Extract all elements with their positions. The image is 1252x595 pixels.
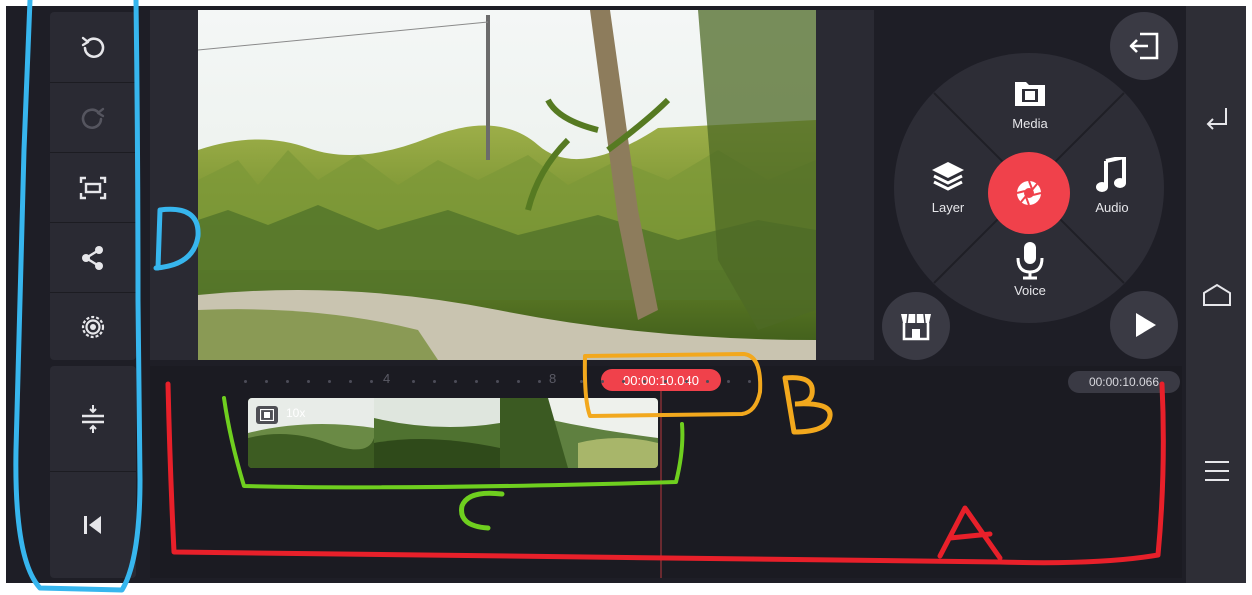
ruler-tick xyxy=(685,380,688,383)
redo-button[interactable] xyxy=(50,82,136,152)
ruler-label: 4 xyxy=(383,371,391,386)
ruler-tick xyxy=(454,380,457,383)
store-icon xyxy=(901,313,931,341)
video-preview[interactable] xyxy=(198,10,816,360)
clip-speed-label: 10x xyxy=(286,406,306,420)
play-button[interactable] xyxy=(1110,291,1178,359)
ruler-tick xyxy=(370,380,373,383)
ruler-tick xyxy=(265,380,268,383)
ruler-tick xyxy=(244,380,247,383)
camera-shutter-icon xyxy=(1016,180,1042,206)
ruler-tick xyxy=(286,380,289,383)
film-icon xyxy=(260,409,274,421)
timeline-tools xyxy=(50,366,136,578)
media-button[interactable]: Media xyxy=(990,116,1070,131)
menu-button[interactable] xyxy=(1197,459,1237,483)
ruler-tick xyxy=(706,380,709,383)
menu-icon xyxy=(1205,461,1229,481)
asset-store-button[interactable] xyxy=(882,292,950,360)
aspect-ratio-button[interactable] xyxy=(50,152,136,222)
media-icon xyxy=(1013,78,1047,113)
layer-icon xyxy=(930,160,966,197)
audio-button[interactable]: Audio xyxy=(1072,200,1152,215)
ruler-tick xyxy=(538,380,541,383)
record-button[interactable] xyxy=(988,152,1070,234)
settings-button[interactable] xyxy=(50,292,136,360)
ruler-tick xyxy=(349,380,352,383)
voice-button[interactable]: Voice xyxy=(990,283,1070,298)
total-duration: 00:00:10.066 xyxy=(1068,371,1180,393)
home-button[interactable] xyxy=(1197,282,1237,308)
ruler-tick xyxy=(328,380,331,383)
ruler-tick xyxy=(643,380,646,383)
video-frame-image xyxy=(198,10,816,360)
home-icon xyxy=(1203,283,1231,306)
timeline-expand-button[interactable] xyxy=(50,366,136,471)
timeline-expand-icon xyxy=(82,404,104,433)
app-screen: Media Layer Audio Voice 4 8 10x 00:00:10… xyxy=(0,0,1252,595)
playhead-time: 00:00:10.040 xyxy=(601,369,721,391)
ruler-tick xyxy=(475,380,478,383)
ruler-tick xyxy=(307,380,310,383)
playhead-line[interactable] xyxy=(660,390,662,578)
ruler-tick xyxy=(748,380,751,383)
aspect-ratio-icon xyxy=(79,176,107,199)
video-clip[interactable] xyxy=(248,398,658,468)
redo-icon xyxy=(81,107,105,129)
share-button[interactable] xyxy=(50,222,136,292)
layer-button[interactable]: Layer xyxy=(908,200,988,215)
play-icon xyxy=(1136,313,1156,337)
ruler-tick xyxy=(412,380,415,383)
ruler-tick xyxy=(664,380,667,383)
clip-type-badge xyxy=(256,406,278,424)
ruler-label: 8 xyxy=(549,371,557,386)
undo-icon xyxy=(81,36,105,58)
settings-icon xyxy=(81,315,105,338)
share-icon xyxy=(82,245,103,270)
voice-icon xyxy=(1015,240,1045,285)
ruler-tick xyxy=(517,380,520,383)
exit-button[interactable] xyxy=(1110,12,1178,80)
ruler-tick xyxy=(580,380,583,383)
audio-icon xyxy=(1096,154,1128,198)
skip-to-start-icon xyxy=(84,516,101,534)
exit-icon xyxy=(1129,32,1159,60)
ruler-tick xyxy=(496,380,499,383)
skip-to-start-button[interactable] xyxy=(50,471,136,578)
clip-thumbnails xyxy=(248,398,658,468)
ruler-tick xyxy=(433,380,436,383)
left-toolbar xyxy=(50,12,136,360)
undo-button[interactable] xyxy=(50,12,136,82)
back-icon xyxy=(1206,108,1227,130)
back-button[interactable] xyxy=(1197,104,1237,130)
ruler-tick xyxy=(601,380,604,383)
ruler-tick xyxy=(622,380,625,383)
ruler-tick xyxy=(727,380,730,383)
